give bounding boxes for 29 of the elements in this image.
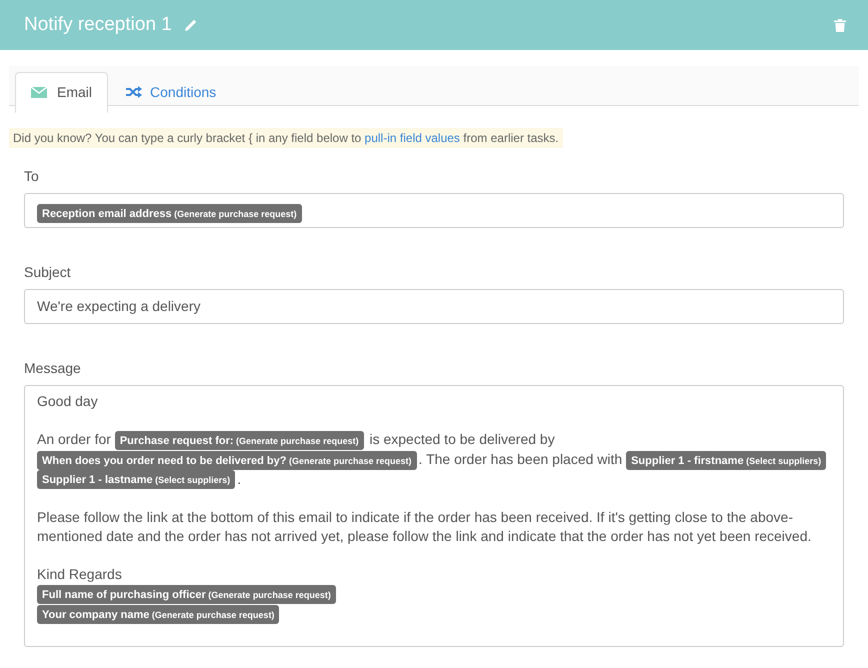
message-text: Please follow the link at the bottom of this email to indicate if the order has been received. If it's getting close to the above-mentioned date and the order has not arrived yet, please follow the link and indicate that the order has not yet been received. bbox=[37, 509, 812, 544]
shuffle-icon bbox=[126, 86, 142, 98]
field-token[interactable]: Supplier 1 - firstname (Select suppliers) bbox=[626, 450, 826, 470]
hint-text: Did you know? You can type a curly bracket { in any field below to pull-in field values from earlier tasks. bbox=[9, 128, 563, 148]
tab[interactable]: Conditions bbox=[108, 72, 234, 112]
field-token[interactable]: Your company name (Generate purchase request) bbox=[37, 604, 280, 624]
help-link[interactable]: pull-in field values bbox=[364, 131, 460, 145]
field-token[interactable]: Purchase request for: (Generate purchase request) bbox=[114, 430, 364, 450]
field-label: To bbox=[24, 167, 40, 186]
message-text: Good day bbox=[37, 393, 98, 409]
input-field[interactable]: We're expecting a delivery bbox=[24, 289, 844, 324]
edit-icon[interactable] bbox=[184, 18, 198, 32]
field-token[interactable]: Full name of purchasing officer (Generate purchase request) bbox=[37, 585, 336, 604]
message-text: . bbox=[237, 470, 242, 487]
field-token[interactable]: Supplier 1 - lastname (Select suppliers) bbox=[37, 470, 236, 490]
tab[interactable]: Email bbox=[15, 72, 108, 113]
field-label: Message bbox=[24, 359, 82, 378]
message-text: Kind Regards bbox=[37, 566, 122, 582]
message-text: is expected to be delivered by bbox=[368, 431, 555, 447]
envelope-icon bbox=[31, 87, 47, 98]
message-text: An order for bbox=[37, 431, 112, 447]
trash-icon[interactable] bbox=[834, 18, 846, 32]
field-label: Subject bbox=[24, 263, 72, 282]
field-token[interactable]: Reception email address (Generate purchase request) bbox=[37, 204, 302, 224]
input-field[interactable]: Reception email address (Generate purchase request) bbox=[24, 193, 844, 228]
task-title: Notify reception 1 bbox=[24, 12, 172, 37]
message-field[interactable] bbox=[24, 385, 844, 647]
message-text: . The order has been placed with bbox=[418, 450, 624, 467]
field-token[interactable]: When does you order need to be delivered by? (Generate purchase request) bbox=[37, 450, 417, 470]
